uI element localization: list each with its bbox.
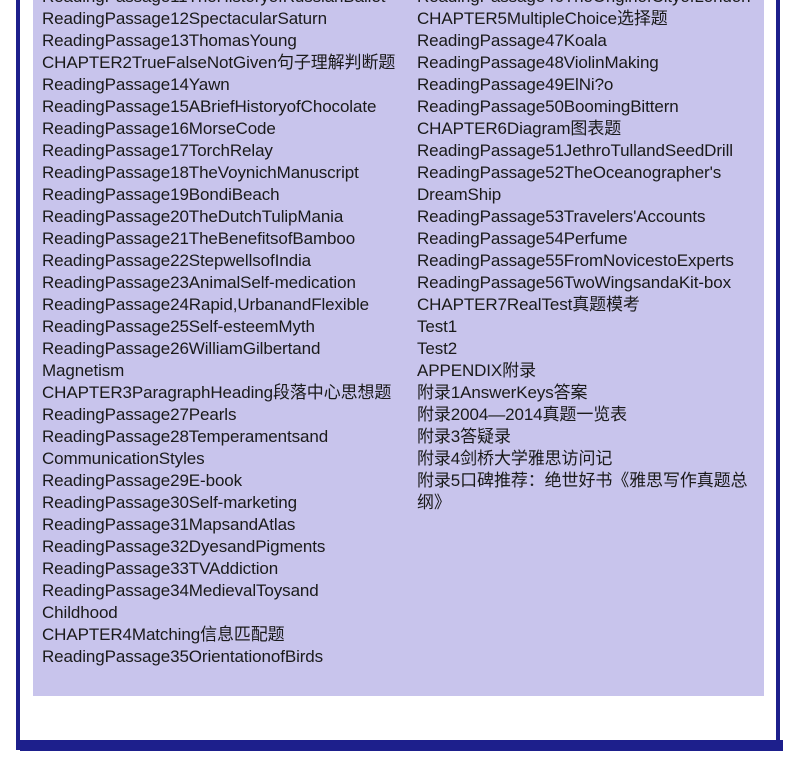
toc-entry[interactable]: CHAPTER2TrueFalseNotGiven句子理解判断题: [42, 52, 405, 74]
toc-entry[interactable]: ReadingPassage51JethroTullandSeedDrill: [417, 140, 764, 162]
toc-entry[interactable]: ReadingPassage53Travelers'Accounts: [417, 206, 764, 228]
toc-entry[interactable]: ReadingPassage12SpectacularSaturn: [42, 8, 405, 30]
toc-entry[interactable]: ReadingPassage21TheBenefitsofBamboo: [42, 228, 405, 250]
toc-entry[interactable]: ReadingPassage23AnimalSelf-medication: [42, 272, 405, 294]
toc-right-column: ReadingPassage46TheOriginofCityofLondonC…: [405, 0, 764, 514]
toc-entry[interactable]: ReadingPassage52TheOceanographer's: [417, 162, 764, 184]
toc-entry[interactable]: ReadingPassage20TheDutchTulipMania: [42, 206, 405, 228]
toc-entry[interactable]: ReadingPassage17TorchRelay: [42, 140, 405, 162]
toc-entry[interactable]: Test2: [417, 338, 764, 360]
toc-columns: ReadingPassage11TheHistoryofRussianBalle…: [33, 0, 764, 668]
toc-entry[interactable]: 附录2004—2014真题一览表: [417, 404, 764, 426]
toc-entry[interactable]: CommunicationStyles: [42, 448, 405, 470]
toc-entry[interactable]: ReadingPassage31MapsandAtlas: [42, 514, 405, 536]
toc-entry[interactable]: ReadingPassage34MedievalToysand: [42, 580, 405, 602]
toc-entry[interactable]: ReadingPassage18TheVoynichManuscript: [42, 162, 405, 184]
toc-entry[interactable]: ReadingPassage46TheOriginofCityofLondon: [417, 0, 764, 8]
toc-entry[interactable]: CHAPTER3ParagraphHeading段落中心思想题: [42, 382, 405, 404]
toc-entry[interactable]: ReadingPassage35OrientationofBirds: [42, 646, 405, 668]
toc-entry[interactable]: ReadingPassage55FromNovicestoExperts: [417, 250, 764, 272]
toc-left-column: ReadingPassage11TheHistoryofRussianBalle…: [33, 0, 405, 668]
toc-entry[interactable]: ReadingPassage48ViolinMaking: [417, 52, 764, 74]
toc-entry[interactable]: 附录4剑桥大学雅思访问记: [417, 448, 764, 470]
toc-entry[interactable]: ReadingPassage56TwoWingsandaKit-box: [417, 272, 764, 294]
toc-entry[interactable]: APPENDIX附录: [417, 360, 764, 382]
toc-entry[interactable]: ReadingPassage11TheHistoryofRussianBalle…: [42, 0, 405, 8]
toc-entry[interactable]: 附录5口碑推荐：绝世好书《雅思写作真题总纲》: [417, 470, 764, 514]
toc-entry[interactable]: ReadingPassage32DyesandPigments: [42, 536, 405, 558]
toc-entry[interactable]: DreamShip: [417, 184, 764, 206]
toc-entry[interactable]: ReadingPassage54Perfume: [417, 228, 764, 250]
toc-entry[interactable]: ReadingPassage14Yawn: [42, 74, 405, 96]
table-of-contents-panel: ReadingPassage11TheHistoryofRussianBalle…: [33, 0, 764, 696]
toc-entry[interactable]: CHAPTER7RealTest真题模考: [417, 294, 764, 316]
toc-entry[interactable]: CHAPTER4Matching信息匹配题: [42, 624, 405, 646]
toc-entry[interactable]: ReadingPassage22StepwellsofIndia: [42, 250, 405, 272]
toc-entry[interactable]: ReadingPassage26WilliamGilbertand: [42, 338, 405, 360]
toc-entry[interactable]: ReadingPassage13ThomasYoung: [42, 30, 405, 52]
toc-entry[interactable]: ReadingPassage19BondiBeach: [42, 184, 405, 206]
toc-entry[interactable]: ReadingPassage25Self-esteemMyth: [42, 316, 405, 338]
toc-entry[interactable]: Childhood: [42, 602, 405, 624]
toc-entry[interactable]: ReadingPassage29E-book: [42, 470, 405, 492]
footer-rule: [20, 740, 783, 751]
toc-entry[interactable]: ReadingPassage47Koala: [417, 30, 764, 52]
toc-entry[interactable]: ReadingPassage30Self-marketing: [42, 492, 405, 514]
toc-entry[interactable]: ReadingPassage28Temperamentsand: [42, 426, 405, 448]
toc-entry[interactable]: Magnetism: [42, 360, 405, 382]
toc-entry[interactable]: ReadingPassage50BoomingBittern: [417, 96, 764, 118]
toc-entry[interactable]: CHAPTER5MultipleChoice选择题: [417, 8, 764, 30]
toc-entry[interactable]: ReadingPassage24Rapid,UrbanandFlexible: [42, 294, 405, 316]
toc-entry[interactable]: Test1: [417, 316, 764, 338]
toc-entry[interactable]: CHAPTER6Diagram图表题: [417, 118, 764, 140]
toc-entry[interactable]: ReadingPassage33TVAddiction: [42, 558, 405, 580]
toc-entry[interactable]: ReadingPassage16MorseCode: [42, 118, 405, 140]
toc-entry[interactable]: 附录1AnswerKeys答案: [417, 382, 764, 404]
toc-entry[interactable]: ReadingPassage49ElNi?o: [417, 74, 764, 96]
toc-entry[interactable]: 附录3答疑录: [417, 426, 764, 448]
toc-entry[interactable]: ReadingPassage27Pearls: [42, 404, 405, 426]
toc-entry[interactable]: ReadingPassage15ABriefHistoryofChocolate: [42, 96, 405, 118]
